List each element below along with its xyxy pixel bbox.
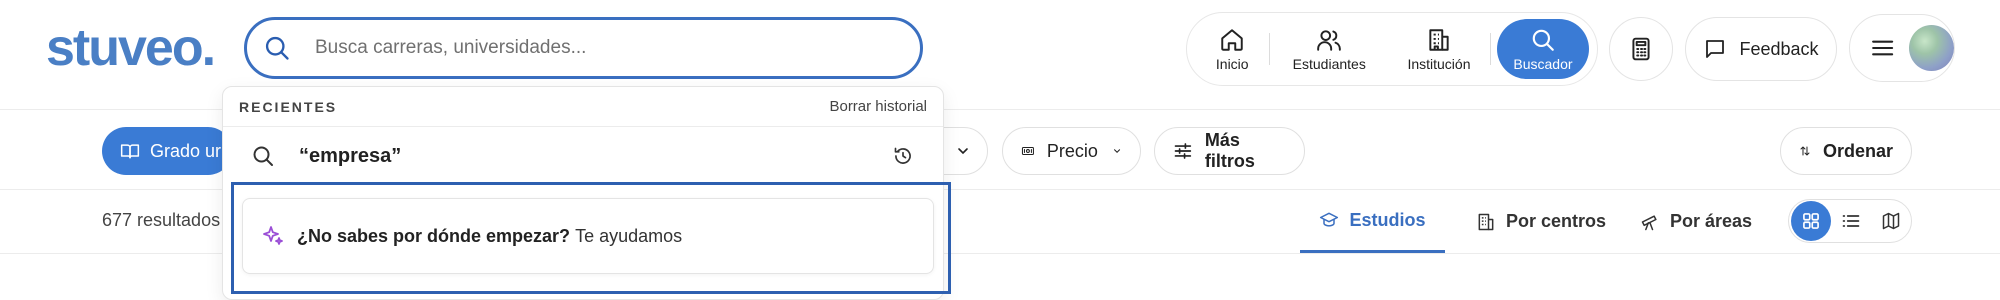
nav-label: Institución xyxy=(1407,55,1471,72)
recent-search-item[interactable]: “empresa” xyxy=(223,127,943,185)
search-icon xyxy=(253,146,273,166)
search-box[interactable] xyxy=(244,17,923,79)
list-icon xyxy=(1842,215,1860,227)
grid-icon xyxy=(1803,213,1819,229)
results-count: 677 resultados xyxy=(102,210,221,230)
tab-label: Estudios xyxy=(1349,209,1426,230)
nav-item-estudiantes[interactable]: Estudiantes xyxy=(1270,19,1388,79)
chevron-down-icon xyxy=(958,148,968,155)
user-menu-button[interactable] xyxy=(1849,14,1955,82)
nav-divider xyxy=(1489,33,1491,65)
tab-estudios[interactable]: Estudios xyxy=(1300,190,1445,253)
stuveo-logo[interactable]: stuveo. xyxy=(46,18,216,78)
chip-label: Más filtros xyxy=(1204,130,1255,171)
sort-button[interactable]: Ordenar xyxy=(1780,127,1912,175)
sliders-icon xyxy=(1174,143,1192,159)
help-suggestion-focus-frame: ¿No sabes por dónde empezar? Te ayudamos xyxy=(231,182,951,294)
nav-label: Inicio xyxy=(1215,55,1249,72)
precio-filter-chip[interactable]: Precio xyxy=(1002,127,1141,175)
map-view-button[interactable] xyxy=(1871,201,1911,241)
sort-arrows-icon xyxy=(1800,146,1810,156)
tab-label: Por centros xyxy=(1505,211,1607,231)
feedback-button[interactable]: Feedback xyxy=(1685,17,1837,81)
building-icon xyxy=(1429,28,1449,51)
list-view-button[interactable] xyxy=(1831,201,1871,241)
tab-por-centros[interactable]: Por centros xyxy=(1466,190,1616,253)
map-icon xyxy=(1882,212,1900,230)
recent-search-text: “empresa” xyxy=(299,144,402,167)
home-icon xyxy=(1221,28,1243,51)
hamburger-icon xyxy=(1872,40,1894,56)
users-icon xyxy=(1317,29,1342,51)
tab-por-areas[interactable]: Por áreas xyxy=(1636,190,1756,253)
nav-item-inicio[interactable]: Inicio xyxy=(1195,19,1269,79)
view-toggle xyxy=(1788,199,1912,243)
history-icon[interactable] xyxy=(893,146,913,166)
calculator-button[interactable] xyxy=(1609,17,1673,81)
calculator-icon xyxy=(1632,37,1650,61)
help-suggestion-subtitle: Te ayudamos xyxy=(575,225,683,246)
recent-searches-dropdown: RECIENTES Borrar historial “empresa” ¿No… xyxy=(222,86,951,300)
nav-label: Buscador xyxy=(1513,55,1573,72)
feedback-label: Feedback xyxy=(1739,38,1819,59)
nav-item-buscador[interactable]: Buscador xyxy=(1496,19,1590,79)
grado-filter-chip[interactable]: Grado ur xyxy=(102,127,232,175)
tab-label: Por áreas xyxy=(1669,211,1753,231)
graduation-cap-icon xyxy=(1320,212,1339,227)
chip-label: Precio xyxy=(1046,140,1098,161)
chip-label: Ordenar xyxy=(1822,140,1893,161)
dropdown-title: RECIENTES xyxy=(239,99,338,115)
more-filters-button[interactable]: Más filtros xyxy=(1154,127,1305,175)
book-icon xyxy=(120,144,140,159)
search-icon xyxy=(1532,29,1554,51)
building-icon xyxy=(1478,213,1494,230)
dropdown-header: RECIENTES Borrar historial xyxy=(223,87,943,127)
main-nav: Inicio Estudiantes Institución Buscador xyxy=(1186,12,1598,86)
telescope-icon xyxy=(1641,214,1657,230)
grid-view-button[interactable] xyxy=(1791,201,1831,241)
avatar[interactable] xyxy=(1909,25,1954,71)
search-icon xyxy=(265,36,289,60)
help-suggestion-title: ¿No sabes por dónde empezar? xyxy=(297,225,571,246)
sparkles-icon xyxy=(263,226,283,245)
clear-history-button[interactable]: Borrar historial xyxy=(829,98,927,115)
nav-label: Estudiantes xyxy=(1292,55,1366,72)
cash-icon xyxy=(1021,147,1034,155)
search-input[interactable] xyxy=(315,37,875,59)
chevron-down-icon xyxy=(1113,149,1120,153)
chip-label: Grado ur xyxy=(150,140,222,161)
message-icon xyxy=(1706,40,1725,58)
nav-item-institucion[interactable]: Institución xyxy=(1388,19,1490,79)
help-suggestion-item[interactable]: ¿No sabes por dónde empezar? Te ayudamos xyxy=(242,198,934,274)
